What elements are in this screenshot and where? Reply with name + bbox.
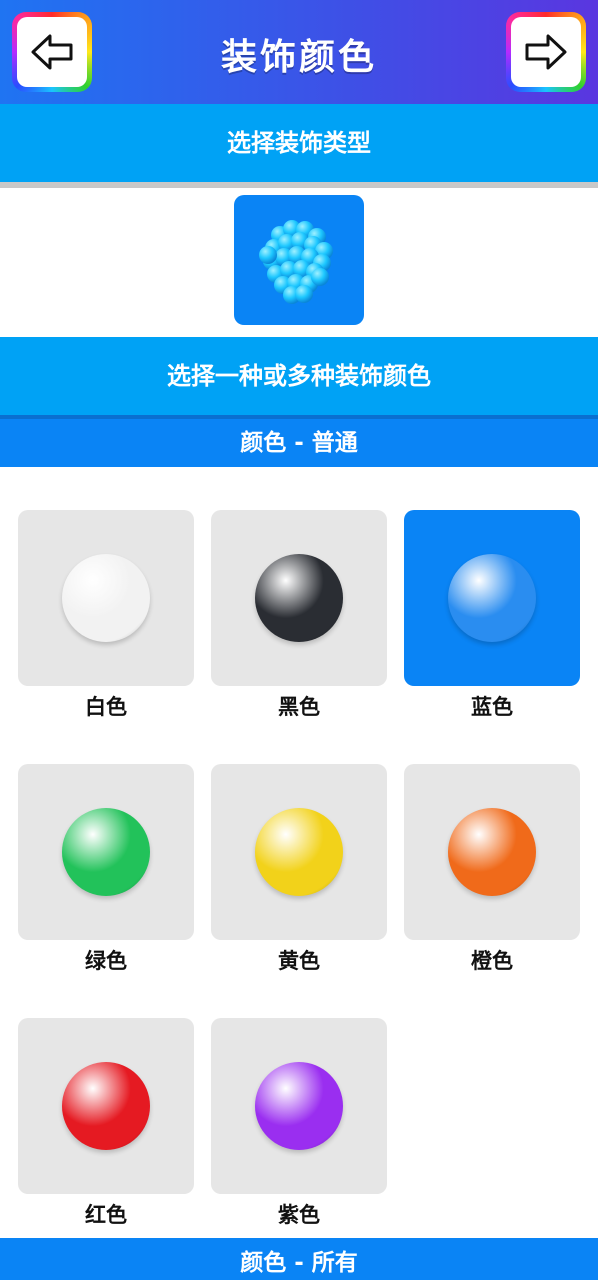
cluster-bubble	[259, 246, 277, 264]
color-label: 红色	[85, 1203, 127, 1227]
sphere-cluster-icon	[259, 220, 333, 304]
color-label: 白色	[85, 695, 127, 719]
color-ball	[255, 1062, 343, 1150]
color-swatch[interactable]: 白色	[18, 510, 194, 722]
color-swatch[interactable]: 黄色	[211, 764, 387, 976]
color-swatch-card[interactable]	[404, 764, 580, 940]
cluster-bubble	[295, 285, 313, 303]
color-ball	[448, 808, 536, 896]
color-ball	[62, 554, 150, 642]
color-swatch[interactable]: 紫色	[211, 1018, 387, 1230]
color-swatch[interactable]: 绿色	[18, 764, 194, 976]
app-header: 装饰颜色	[0, 0, 598, 104]
color-swatch-card[interactable]	[404, 510, 580, 686]
color-swatch[interactable]: 黑色	[211, 510, 387, 722]
forward-button[interactable]	[506, 12, 586, 92]
color-label: 绿色	[85, 949, 127, 973]
color-swatch-card[interactable]	[211, 1018, 387, 1194]
color-swatch[interactable]: 橙色	[404, 764, 580, 976]
color-ball	[62, 1062, 150, 1150]
color-swatch-card[interactable]	[18, 764, 194, 940]
color-swatch-card[interactable]	[211, 510, 387, 686]
divider	[0, 182, 598, 188]
color-label: 紫色	[278, 1203, 320, 1227]
color-swatch-card[interactable]	[18, 1018, 194, 1194]
color-label: 黑色	[278, 695, 320, 719]
decoration-type-option[interactable]	[234, 195, 364, 325]
color-label: 黄色	[278, 949, 320, 973]
color-ball	[255, 554, 343, 642]
color-label: 蓝色	[471, 695, 513, 719]
color-ball	[255, 808, 343, 896]
color-swatch-card[interactable]	[211, 764, 387, 940]
color-swatch-card[interactable]	[18, 510, 194, 686]
color-ball	[62, 808, 150, 896]
color-swatch[interactable]: 红色	[18, 1018, 194, 1230]
color-label: 橙色	[471, 949, 513, 973]
arrow-right-icon	[525, 34, 567, 70]
section-title-all: 颜色 - 所有	[0, 1238, 598, 1280]
color-swatch[interactable]: 蓝色	[404, 510, 580, 722]
colors-header: 选择一种或多种装饰颜色	[0, 337, 598, 415]
decoration-type-header: 选择装饰类型	[0, 104, 598, 182]
section-title-normal: 颜色 - 普通	[0, 419, 598, 467]
cluster-bubble	[311, 268, 329, 286]
color-ball	[448, 554, 536, 642]
